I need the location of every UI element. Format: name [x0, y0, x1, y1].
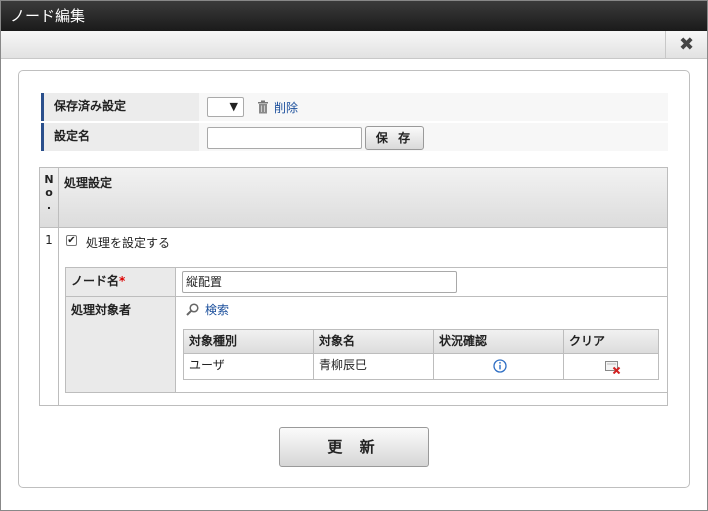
- node-edit-dialog: ノード編集 ✖ 保存済み設定 ▼ 削除 設定名 保 存 N o . 処理設定 1…: [0, 0, 708, 511]
- node-name-label: ノード名*: [66, 268, 176, 297]
- setting-column-header: 処理設定: [64, 176, 113, 190]
- no-column-header: N o .: [40, 168, 59, 227]
- form-panel: 保存済み設定 ▼ 削除 設定名 保 存 N o . 処理設定 1 ✔ 処理を設定…: [18, 70, 690, 488]
- node-name-input[interactable]: 縦配置: [182, 271, 457, 293]
- chevron-down-icon: ▼: [229, 100, 238, 113]
- column-header: クリア: [569, 334, 606, 348]
- delete-link[interactable]: 削除: [274, 99, 298, 116]
- saved-settings-label: 保存済み設定: [41, 93, 199, 121]
- dialog-title: ノード編集: [1, 1, 707, 31]
- setting-name-label: 設定名: [41, 123, 199, 151]
- row-number: 1: [40, 228, 59, 406]
- process-checkbox-label: 処理を設定する: [86, 236, 171, 250]
- target-table: 対象種別 対象名 状況確認 クリア ユーザ 青柳辰巳: [183, 329, 659, 380]
- saved-settings-select[interactable]: ▼: [207, 97, 244, 117]
- process-table-header: N o . 処理設定: [40, 168, 667, 228]
- search-link[interactable]: 検索: [205, 301, 229, 318]
- search-icon[interactable]: [186, 303, 199, 316]
- setting-name-input[interactable]: [207, 127, 362, 149]
- dialog-toolbar: ✖: [1, 31, 707, 59]
- trash-icon[interactable]: [257, 100, 269, 114]
- column-header: 状況確認: [439, 334, 488, 348]
- table-cell-type: ユーザ: [189, 358, 225, 372]
- node-detail-table: ノード名* 縦配置 処理対象者 検索 対象種別 対象名 状況確認 クリア ユーザ…: [65, 267, 668, 393]
- close-icon[interactable]: ✖: [665, 31, 707, 59]
- divider: [176, 296, 667, 297]
- saved-settings-value: ▼ 削除: [199, 93, 668, 121]
- clear-icon[interactable]: [605, 361, 621, 374]
- required-mark: *: [119, 274, 126, 288]
- update-button[interactable]: 更 新: [279, 427, 429, 467]
- info-icon[interactable]: [493, 359, 507, 373]
- saved-settings-row: 保存済み設定 ▼ 削除: [41, 93, 668, 121]
- setting-name-value: 保 存: [199, 123, 668, 151]
- target-table-header: 対象種別 対象名 状況確認 クリア: [184, 330, 658, 354]
- target-label: 処理対象者: [66, 297, 176, 392]
- table-cell-name: 青柳辰巳: [319, 358, 368, 372]
- column-header: 対象種別: [189, 334, 238, 348]
- setting-name-row: 設定名 保 存: [41, 123, 668, 151]
- column-header: 対象名: [319, 334, 356, 348]
- process-checkbox[interactable]: ✔: [66, 235, 77, 246]
- save-button[interactable]: 保 存: [365, 126, 424, 150]
